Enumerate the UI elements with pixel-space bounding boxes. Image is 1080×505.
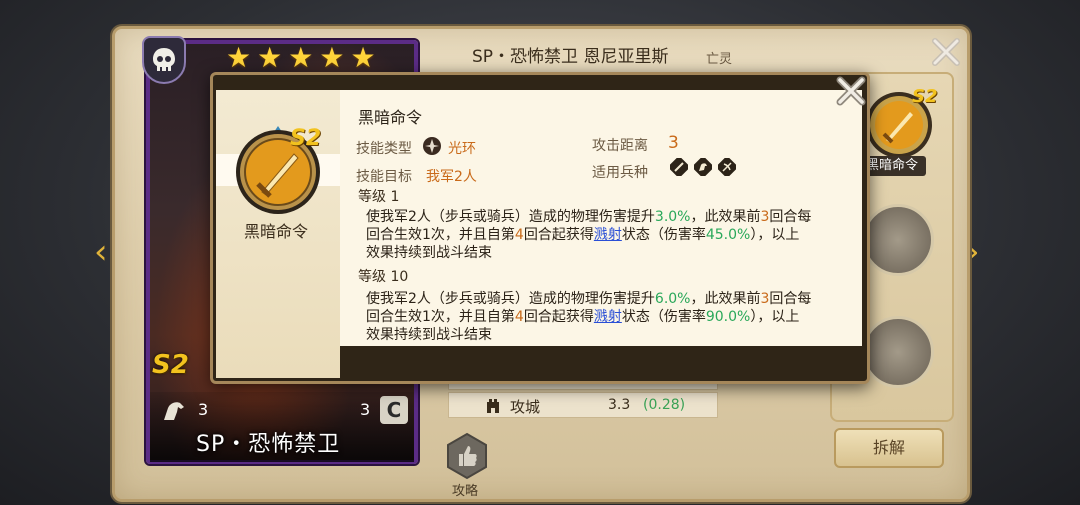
star-icon: ★ xyxy=(350,41,376,74)
locked-skill-slot[interactable] xyxy=(862,316,934,388)
cavalry-icon xyxy=(164,402,184,420)
archer-icon xyxy=(718,158,736,176)
star-rating: ★ ★ ★ ★ ★ xyxy=(226,44,376,72)
siege-growth: (0.28) xyxy=(643,397,686,413)
troop-types xyxy=(670,158,736,176)
target-label: 技能目标 xyxy=(356,169,412,185)
right-skill-tier: S2 xyxy=(912,86,938,107)
cavalry-type-icon xyxy=(694,158,712,176)
card-name: SP・恐怖禁卫 xyxy=(196,432,341,457)
siege-label: 攻城 xyxy=(510,398,541,416)
undead-skull-icon xyxy=(142,36,186,84)
hero-race: 亡灵 xyxy=(706,52,733,67)
siege-value: 3.3 xyxy=(608,397,631,413)
type-value: 光环 xyxy=(448,141,476,157)
prev-arrow-icon[interactable]: ‹ xyxy=(94,232,108,272)
locked-skill-slot[interactable] xyxy=(862,204,934,276)
range-value: 3 xyxy=(668,133,679,153)
close-icon[interactable] xyxy=(930,36,962,68)
star-icon: ★ xyxy=(288,41,314,74)
siege-icon xyxy=(487,399,499,413)
strategy-thumbs-up-icon[interactable] xyxy=(446,432,488,480)
disband-button[interactable]: 拆解 xyxy=(834,428,944,468)
level-1-title: 等级 1 xyxy=(358,189,400,205)
popup-close-icon[interactable] xyxy=(834,74,868,108)
level-10-title: 等级 10 xyxy=(358,269,409,285)
strategy-label[interactable]: 攻略 xyxy=(452,480,478,499)
troops-label: 适用兵种 xyxy=(592,165,648,181)
hero-title: SP・恐怖禁卫 恩尼亚里斯 xyxy=(472,47,669,67)
range-label: 攻击距离 xyxy=(592,138,648,154)
rank-badge: C xyxy=(380,396,408,424)
popup-skill-name: 黑暗命令 xyxy=(244,222,309,241)
star-icon: ★ xyxy=(319,41,345,74)
card-stat-left: 3 xyxy=(198,400,209,419)
card-skill-tier: S2 xyxy=(152,350,189,380)
splash-link[interactable]: 溅射 xyxy=(594,309,622,325)
infantry-icon xyxy=(670,158,688,176)
splash-link[interactable]: 溅射 xyxy=(594,227,622,243)
star-icon: ★ xyxy=(226,41,252,74)
popup-skill-tier: S2 xyxy=(290,126,322,151)
card-stat-right: 3 xyxy=(360,400,371,419)
aura-icon xyxy=(423,137,441,155)
level-10-description: 使我军2人（步兵或骑兵）造成的物理伤害提升6.0%，此效果前3回合每 回合生效1… xyxy=(366,291,812,343)
type-label: 技能类型 xyxy=(356,141,412,157)
target-value: 我军2人 xyxy=(426,169,477,185)
popup-title: 黑暗命令 xyxy=(358,108,423,127)
star-icon: ★ xyxy=(257,41,283,74)
level-1-description: 使我军2人（步兵或骑兵）造成的物理伤害提升3.0%，此效果前3回合每 回合生效1… xyxy=(366,209,812,261)
